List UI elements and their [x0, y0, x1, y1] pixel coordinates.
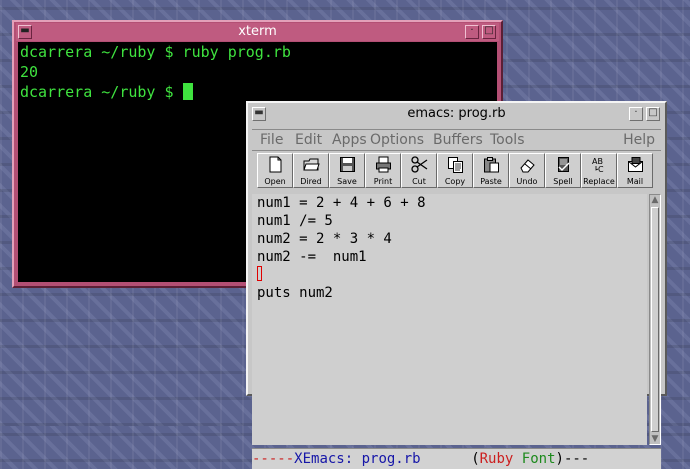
- text-cursor: [257, 266, 262, 281]
- printer-icon: [376, 156, 391, 173]
- modeline-dashes-right: ---: [563, 451, 590, 467]
- toolbar-open-button[interactable]: Open: [257, 153, 293, 188]
- modeline-dashes-left: -----: [252, 451, 295, 467]
- toolbar-mail-button[interactable]: Mail: [617, 153, 653, 188]
- modeline-app: XEmacs:: [294, 451, 362, 467]
- editor-buffer[interactable]: num1 = 2 + 4 + 6 + 8 num1 /= 5 num2 = 2 …: [252, 194, 647, 445]
- toolbar-undo-button[interactable]: Undo: [509, 153, 545, 188]
- xterm-title: xterm: [238, 24, 277, 39]
- toolbar-label: Save: [337, 177, 357, 186]
- scroll-up-icon[interactable]: ▲: [650, 195, 660, 205]
- vertical-scrollbar[interactable]: ▲ ▼: [649, 194, 661, 445]
- code-line: num2 = 2 * 3 * 4: [257, 231, 392, 247]
- toolbar-label: Undo: [516, 177, 538, 186]
- terminal-prompt: dcarrera ~/ruby $: [20, 83, 183, 101]
- maximize-button[interactable]: □: [482, 25, 496, 39]
- menu-options[interactable]: Options: [370, 132, 424, 148]
- toolbar-dired-button[interactable]: Dired: [293, 153, 329, 188]
- mail-icon: [628, 157, 643, 172]
- maximize-icon: □: [648, 107, 658, 118]
- toolbar-label: Dired: [300, 177, 322, 186]
- terminal-line: 20: [20, 63, 39, 81]
- code-line: num2 -= num1: [257, 249, 367, 265]
- menu-edit[interactable]: Edit: [295, 132, 322, 148]
- toolbar-label: Spell: [553, 177, 573, 186]
- emacs-titlebar[interactable]: ▬ emacs: prog.rb · □: [250, 104, 663, 124]
- menu-apps[interactable]: Apps: [332, 132, 367, 148]
- modeline-minor-mode: Font: [521, 451, 556, 467]
- code-line: num1 = 2 + 4 + 6 + 8: [257, 195, 426, 211]
- toolbar-label: Replace: [583, 177, 615, 186]
- toolbar-label: Cut: [412, 177, 426, 186]
- toolbar-spell-button[interactable]: Spell: [545, 153, 581, 188]
- minimize-icon: ·: [634, 107, 638, 118]
- terminal-prompt-line: dcarrera ~/ruby $: [18, 82, 497, 102]
- terminal-line: dcarrera ~/ruby $ ruby prog.rb: [20, 43, 291, 61]
- floppy-disk-icon: [340, 157, 355, 172]
- open-folder-icon: [269, 156, 282, 173]
- menu-tools[interactable]: Tools: [490, 132, 525, 148]
- maximize-button[interactable]: □: [646, 107, 660, 121]
- toolbar-label: Mail: [626, 177, 644, 186]
- scrollbar-thumb[interactable]: [651, 207, 659, 432]
- svg-text:C: C: [598, 165, 604, 173]
- terminal-cursor: [182, 83, 193, 100]
- copy-icon: [448, 157, 463, 173]
- modeline-buffer: prog.rb: [361, 451, 421, 467]
- minimize-button[interactable]: ·: [465, 25, 479, 39]
- toolbar: Open Dired Save Print Cut Copy Paste Und…: [257, 153, 659, 189]
- toolbar-label: Open: [264, 177, 286, 186]
- replace-icon: AB C: [592, 157, 604, 173]
- emacs-window[interactable]: ▬ emacs: prog.rb · □ File Edit Apps Opti…: [246, 101, 667, 469]
- modeline-paren-close: ): [555, 451, 564, 467]
- eraser-icon: [520, 159, 535, 173]
- toolbar-save-button[interactable]: Save: [329, 153, 365, 188]
- code-line-cursor: [252, 266, 647, 284]
- toolbar-label: Paste: [480, 177, 502, 186]
- toolbar-label: Copy: [444, 177, 466, 186]
- toolbar-replace-button[interactable]: AB C Replace: [581, 153, 617, 188]
- scroll-down-icon[interactable]: ▼: [650, 434, 660, 444]
- modeline: -----XEmacs: prog.rb (Ruby Font)---: [252, 448, 661, 469]
- code-line: puts num2: [257, 285, 333, 301]
- toolbar-label: Print: [373, 177, 393, 186]
- minimize-icon: ·: [470, 25, 474, 36]
- menu-help[interactable]: Help: [623, 132, 655, 148]
- toolbar-paste-button[interactable]: Paste: [473, 153, 509, 188]
- toolbar-copy-button[interactable]: Copy: [437, 153, 473, 188]
- code-line: num1 /= 5: [257, 213, 333, 229]
- spellcheck-icon: [558, 157, 570, 172]
- emacs-title: emacs: prog.rb: [407, 106, 506, 121]
- modeline-paren-open: (: [471, 451, 480, 467]
- toolbar-print-button[interactable]: Print: [365, 153, 401, 188]
- menu-buffers[interactable]: Buffers: [433, 132, 483, 148]
- modeline-major-mode: Ruby: [479, 451, 514, 467]
- dired-icon: [303, 158, 320, 171]
- clipboard-icon: [484, 157, 499, 173]
- toolbar-cut-button[interactable]: Cut: [401, 153, 437, 188]
- menubar: File Edit Apps Options Buffers Tools Hel…: [252, 129, 661, 151]
- menu-file[interactable]: File: [260, 132, 283, 148]
- minimize-button[interactable]: ·: [629, 107, 643, 121]
- maximize-icon: □: [484, 25, 494, 36]
- xterm-titlebar[interactable]: ▬ xterm · □: [16, 23, 499, 41]
- scissors-icon: [411, 156, 428, 173]
